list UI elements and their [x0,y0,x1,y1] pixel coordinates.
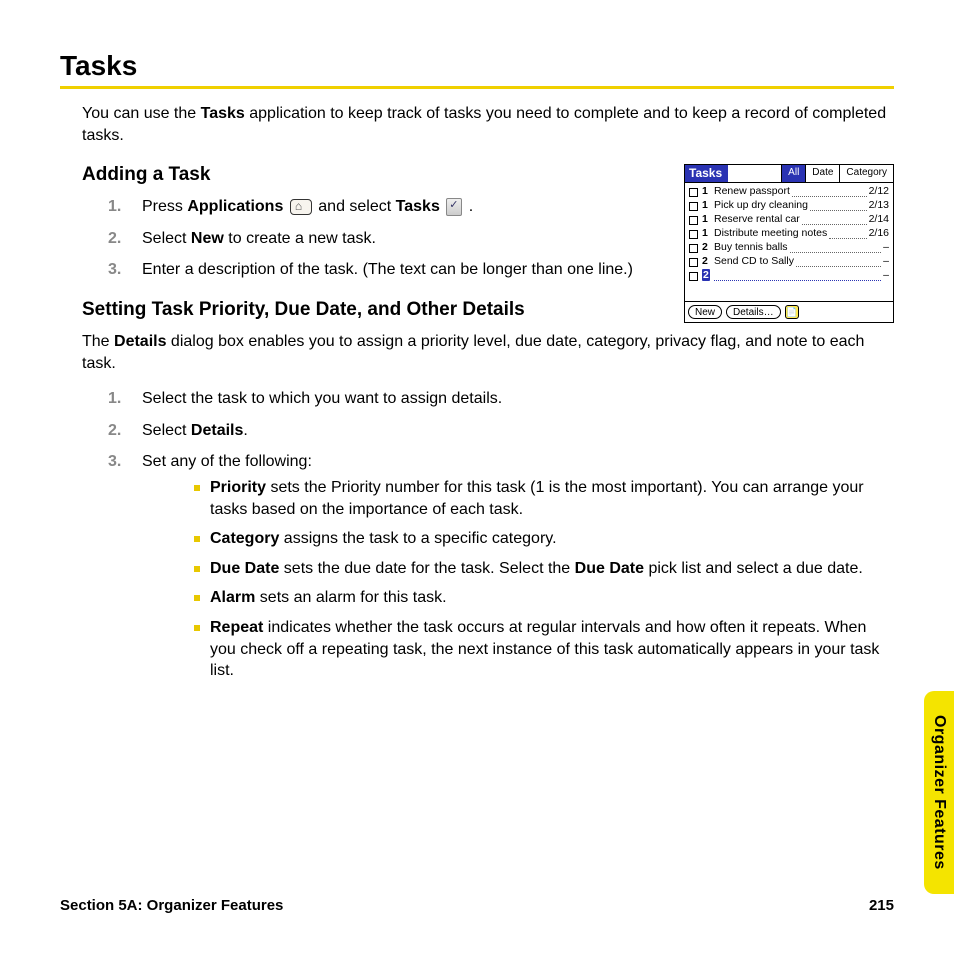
footer-page-number: 215 [869,897,894,914]
adding-task-heading: Adding a Task [82,164,668,186]
table-row[interactable]: 1Renew passport2/12 [689,185,889,199]
palm-details-button[interactable]: Details… [726,305,781,319]
section-tab: Organizer Features [924,691,954,894]
table-row[interactable]: 1Reserve rental car2/14 [689,213,889,227]
title-rule [60,86,894,89]
checkbox-icon[interactable] [689,216,698,225]
footer-section: Section 5A: Organizer Features [60,897,283,914]
adding-task-steps: Press Applications and select Tasks . Se… [82,196,668,281]
checkbox-icon[interactable] [689,258,698,267]
list-item: Due Date sets the due date for the task.… [194,558,894,580]
page-title: Tasks [60,50,894,82]
palm-title: Tasks [685,165,728,182]
list-item: Repeat indicates whether the task occurs… [194,617,894,682]
table-row[interactable]: 2Send CD to Sally– [689,255,889,269]
applications-icon [290,199,312,215]
list-item: Set any of the following: Priority sets … [82,451,894,681]
palm-task-list: 1Renew passport2/12 1Pick up dry cleanin… [685,183,893,301]
tasks-icon [446,198,462,216]
details-steps: Select the task to which you want to ass… [82,388,894,682]
list-item: Category assigns the task to a specific … [194,528,894,550]
checkbox-icon[interactable] [689,202,698,211]
checkbox-icon[interactable] [689,244,698,253]
table-row[interactable]: 2Buy tennis balls– [689,241,889,255]
list-item: Priority sets the Priority number for th… [194,477,894,520]
list-item: Select New to create a new task. [82,228,668,250]
palm-tab-category[interactable]: Category [839,165,893,182]
setting-details-heading: Setting Task Priority, Due Date, and Oth… [82,299,668,321]
tasks-app-screenshot: Tasks All Date Category 1Renew passport2… [684,164,894,323]
page-footer: Section 5A: Organizer Features 215 [60,897,894,914]
details-paragraph: The Details dialog box enables you to as… [82,331,894,374]
note-icon[interactable]: 📄 [785,305,799,319]
checkbox-icon[interactable] [689,272,698,281]
checkbox-icon[interactable] [689,230,698,239]
intro-paragraph: You can use the Tasks application to kee… [82,103,894,146]
list-item: Select Details. [82,420,894,442]
checkbox-icon[interactable] [689,188,698,197]
palm-new-button[interactable]: New [688,305,722,319]
palm-tab-all[interactable]: All [781,165,805,182]
table-row[interactable]: 2– [689,269,889,283]
list-item: Press Applications and select Tasks . [82,196,668,218]
palm-tab-date[interactable]: Date [805,165,839,182]
list-item: Select the task to which you want to ass… [82,388,894,410]
list-item: Alarm sets an alarm for this task. [194,587,894,609]
table-row[interactable]: 1Pick up dry cleaning2/13 [689,199,889,213]
details-bullets: Priority sets the Priority number for th… [194,477,894,682]
list-item: Enter a description of the task. (The te… [82,259,668,281]
table-row[interactable]: 1Distribute meeting notes2/16 [689,227,889,241]
